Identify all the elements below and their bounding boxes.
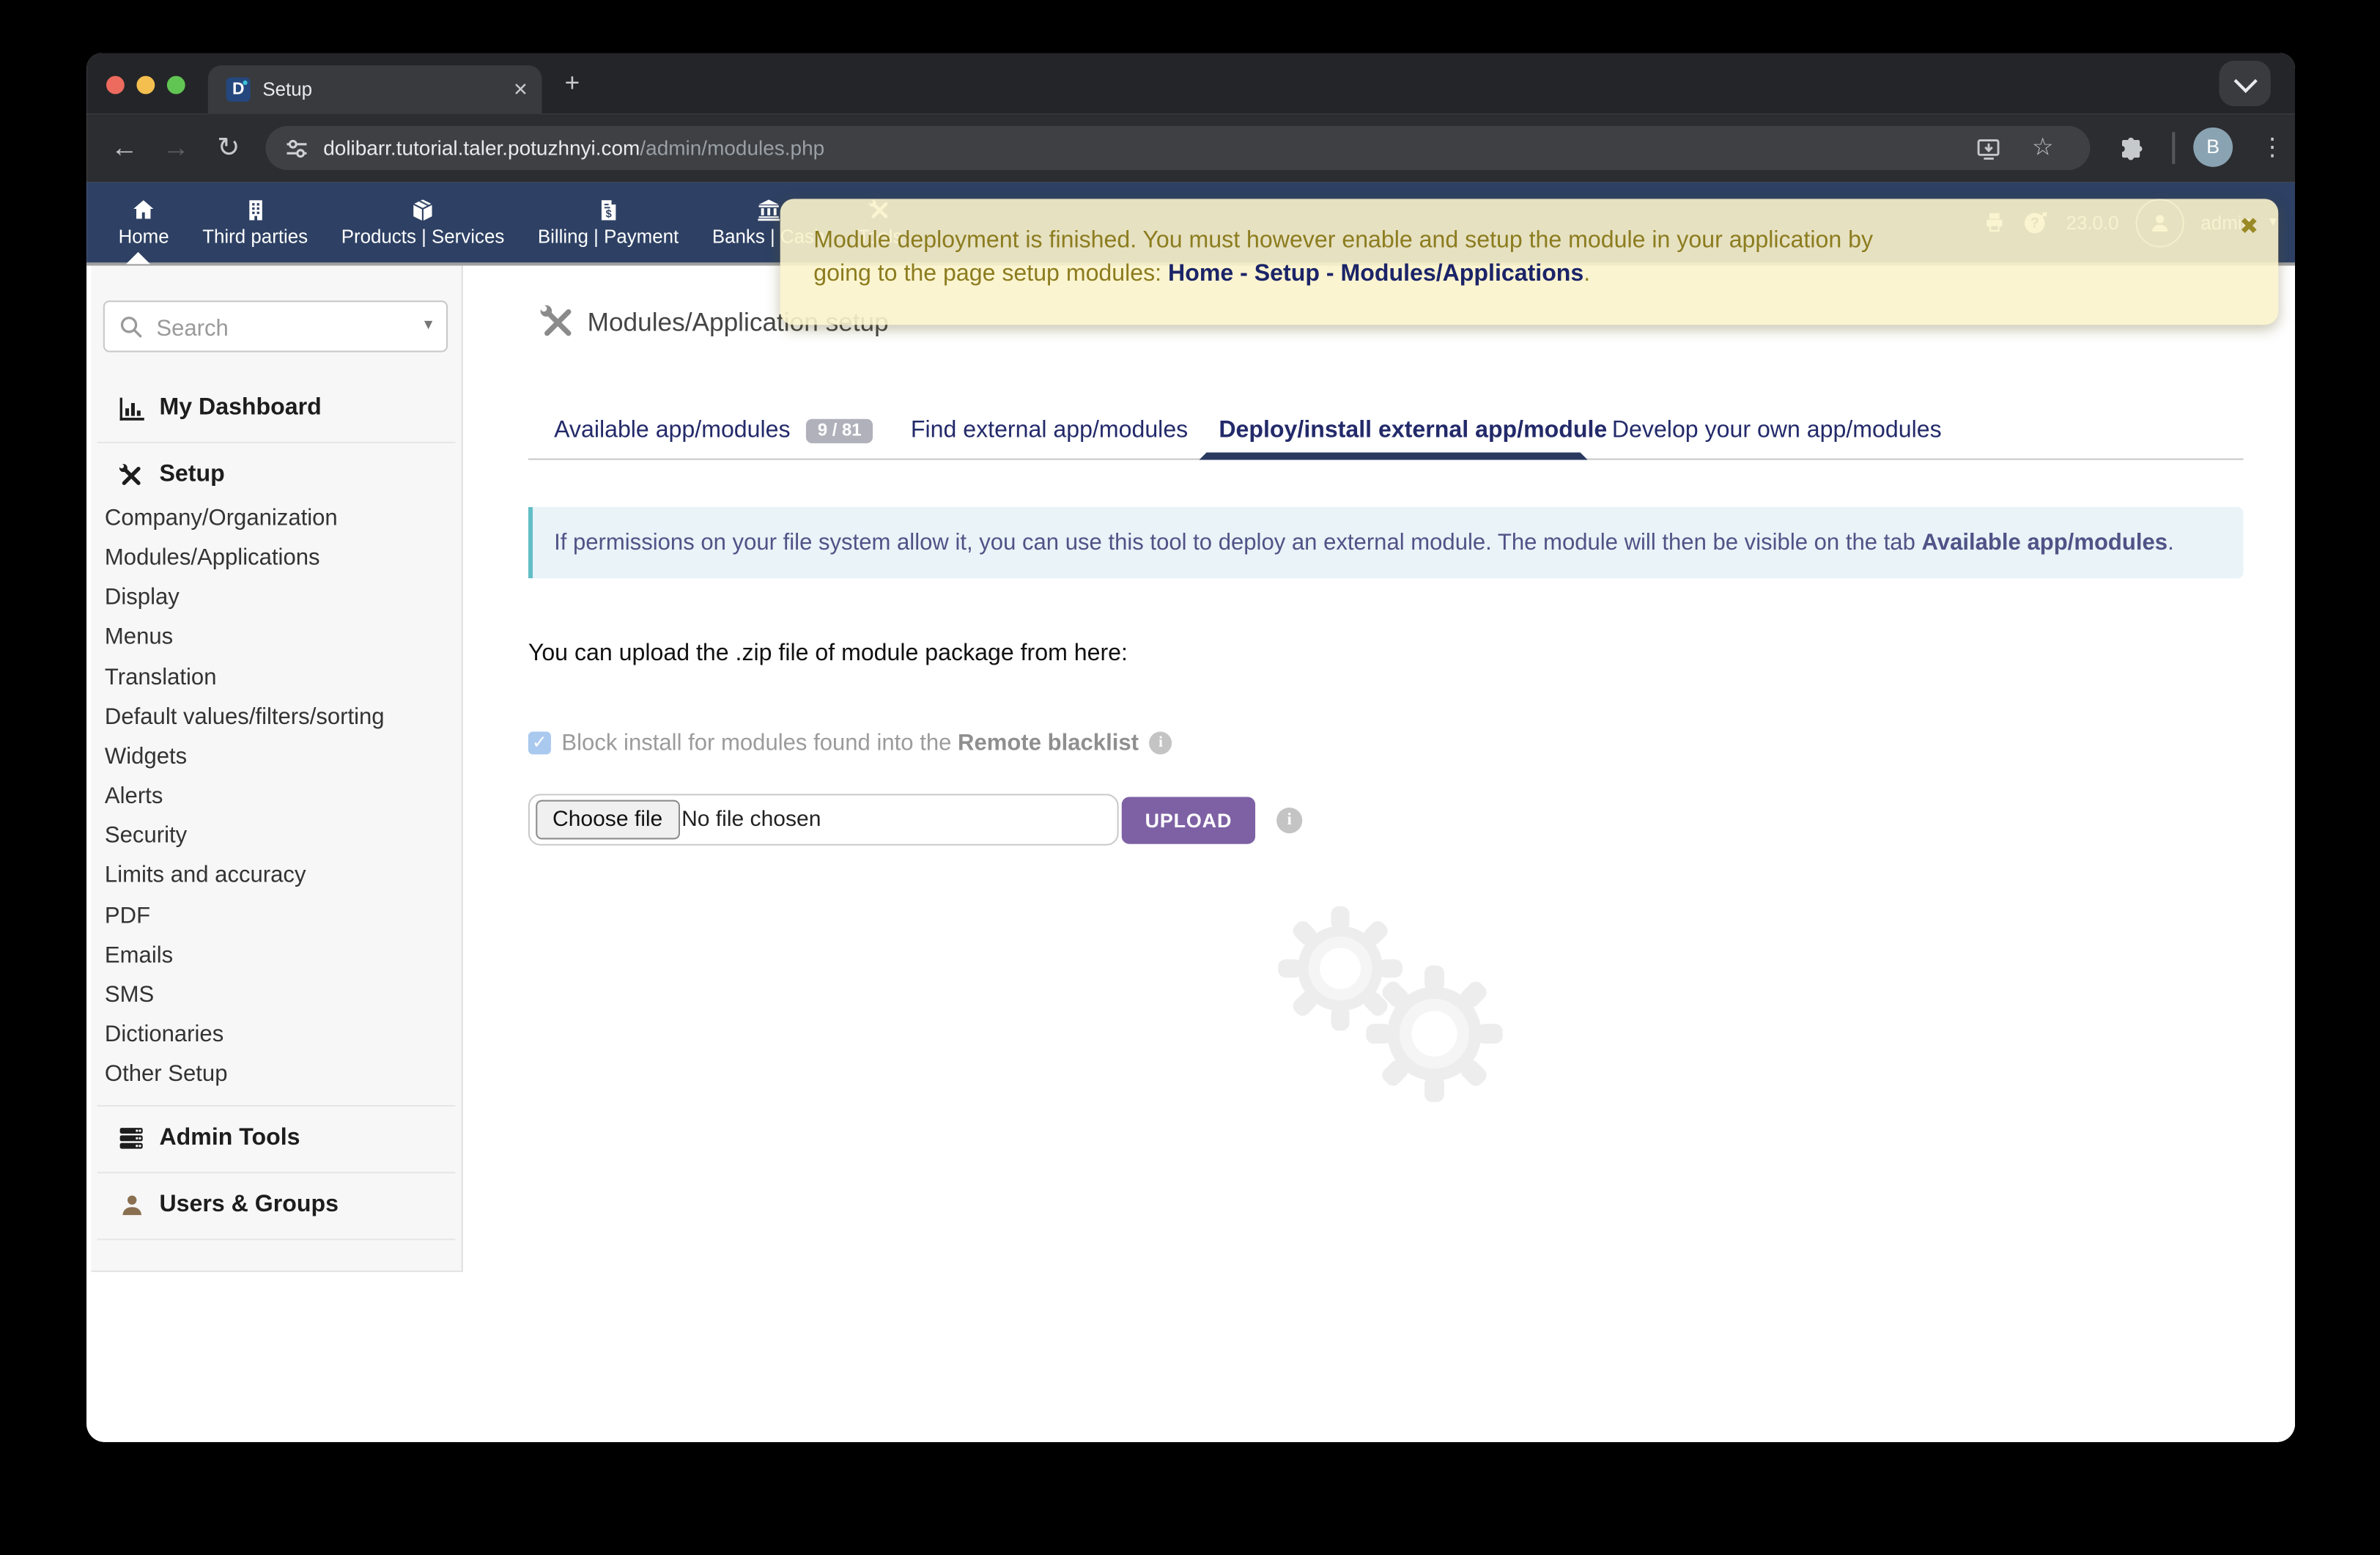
tab-available-modules[interactable]: Available app/modules9 / 81 xyxy=(554,418,873,445)
active-menu-pointer xyxy=(126,252,150,265)
sidebar-item-pdf[interactable]: PDF xyxy=(105,896,385,936)
server-icon xyxy=(117,1126,146,1150)
dolibarr-favicon: D xyxy=(226,78,251,102)
bookmark-star-icon[interactable]: ☆ xyxy=(2032,126,2054,170)
sidebar-item-users-groups[interactable]: Users & Groups xyxy=(91,1187,463,1224)
sidebar-divider xyxy=(97,1172,456,1173)
sidebar-item-menus[interactable]: Menus xyxy=(105,618,385,658)
sidebar-divider xyxy=(97,1105,456,1107)
browser-toolbar: ← → ↻ dolibarr.tutorial.taler.potuzhnyi.… xyxy=(86,114,2295,182)
tab-search-button[interactable] xyxy=(2219,61,2270,106)
menu-billing-payment[interactable]: $ Billing | Payment xyxy=(521,182,695,263)
browser-tab[interactable]: D Setup ✕ xyxy=(208,65,542,114)
sidebar-item-modules[interactable]: Modules/Applications xyxy=(105,539,385,579)
reload-icon[interactable]: ↻ xyxy=(217,114,240,182)
sidebar-item-sms[interactable]: SMS xyxy=(105,976,385,1016)
favicon-dot xyxy=(243,81,247,85)
sidebar-item-admin-tools[interactable]: Admin Tools xyxy=(91,1120,463,1157)
modules-count-badge: 9 / 81 xyxy=(805,419,873,443)
menu-products-services[interactable]: Products | Services xyxy=(325,182,521,263)
upload-info-icon[interactable]: i xyxy=(1276,808,1302,833)
sidebar-item-limits[interactable]: Limits and accuracy xyxy=(105,857,385,896)
tab-strip: D Setup ✕ + xyxy=(86,53,2295,114)
blacklist-checkbox[interactable]: ✓ xyxy=(528,731,551,754)
svg-text:$: $ xyxy=(605,208,611,220)
sidebar-item-defaults[interactable]: Default values/filters/sorting xyxy=(105,698,385,737)
new-tab-icon[interactable]: + xyxy=(565,62,580,105)
setup-menu-list: Company/Organization Modules/Application… xyxy=(105,500,385,1096)
tab-deploy-install[interactable]: Deploy/install external app/module xyxy=(1219,418,1607,445)
profile-avatar[interactable]: B xyxy=(2193,128,2233,167)
info-note: If permissions on your file system allow… xyxy=(528,507,2244,578)
screenshot-stage: D Setup ✕ + ← → ↻ xyxy=(0,0,2380,1554)
address-bar[interactable]: dolibarr.tutorial.taler.potuzhnyi.com/ad… xyxy=(266,126,2091,170)
file-input[interactable]: Choose file No file chosen xyxy=(528,794,1119,845)
sidebar-item-emails[interactable]: Emails xyxy=(105,936,385,975)
blacklist-info-icon[interactable]: i xyxy=(1149,731,1172,754)
sidebar-item-setup[interactable]: Setup xyxy=(91,457,463,494)
choose-file-button[interactable]: Choose file xyxy=(536,800,679,840)
setup-tools-icon xyxy=(117,462,146,488)
tab-close-icon[interactable]: ✕ xyxy=(513,65,528,114)
dashboard-chart-icon xyxy=(117,396,146,421)
chevron-down-icon xyxy=(2234,70,2258,93)
sidebar-item-widgets[interactable]: Widgets xyxy=(105,738,385,778)
install-app-icon[interactable] xyxy=(1976,136,2002,160)
site-settings-icon[interactable] xyxy=(285,138,308,160)
left-sidebar: ▾ My Dashboard Setup Company/Organiza xyxy=(91,266,463,1272)
search-input[interactable] xyxy=(153,302,402,353)
blacklist-label: Block install for modules found into the… xyxy=(561,730,1139,756)
home-icon xyxy=(133,198,155,221)
browser-window: D Setup ✕ + ← → ↻ xyxy=(86,53,2295,1442)
sidebar-item-alerts[interactable]: Alerts xyxy=(105,778,385,817)
tab-title: Setup xyxy=(262,65,312,114)
sidebar-divider xyxy=(97,442,456,443)
search-caret-icon[interactable]: ▾ xyxy=(424,314,432,334)
url-path: /admin/modules.php xyxy=(640,136,824,159)
sidebar-search-box[interactable]: ▾ xyxy=(103,300,448,352)
main-content: Modules/Application setup Available app/… xyxy=(463,266,2295,1442)
sidebar-item-security[interactable]: Security xyxy=(105,817,385,857)
sidebar-divider xyxy=(97,1238,456,1240)
blacklist-row: ✓ Block install for modules found into t… xyxy=(528,730,1172,756)
bank-icon xyxy=(757,198,780,221)
users-icon xyxy=(117,1193,146,1217)
sidebar-item-dashboard[interactable]: My Dashboard xyxy=(91,390,463,426)
sidebar-item-display[interactable]: Display xyxy=(105,579,385,618)
dolibarr-page: Home Third parties Products | Servi xyxy=(86,182,2295,1442)
back-icon[interactable]: ← xyxy=(111,114,138,182)
url-domain: dolibarr.tutorial.taler.potuzhnyi.com xyxy=(323,136,640,159)
extensions-icon[interactable] xyxy=(2121,135,2146,160)
no-file-chosen-label: No file chosen xyxy=(681,795,821,843)
upload-intro-text: You can upload the .zip file of module p… xyxy=(528,640,1128,668)
banner-setup-link[interactable]: Home - Setup - Modules/Applications xyxy=(1168,261,1583,287)
close-window-button[interactable] xyxy=(106,76,125,95)
banner-close-icon[interactable]: ✖ xyxy=(2239,211,2258,245)
cube-icon xyxy=(411,198,434,221)
menu-home[interactable]: Home xyxy=(102,182,186,263)
toolbar-divider xyxy=(2172,132,2175,164)
search-icon xyxy=(119,314,144,340)
gears-watermark xyxy=(1268,900,1526,1112)
upload-button[interactable]: UPLOAD xyxy=(1122,797,1255,844)
invoice-icon: $ xyxy=(599,198,618,221)
banner-line2: going to the page setup modules: Home - … xyxy=(813,258,2217,292)
banner-line1: Module deployment is finished. You must … xyxy=(813,225,2217,259)
menu-kebab-icon[interactable]: ⋮ xyxy=(2260,114,2284,182)
sidebar-item-company[interactable]: Company/Organization xyxy=(105,500,385,539)
active-tab-underline xyxy=(1199,452,1587,459)
maximize-window-button[interactable] xyxy=(167,76,185,95)
building-icon xyxy=(245,198,265,221)
sidebar-item-translation[interactable]: Translation xyxy=(105,658,385,698)
tab-develop-own[interactable]: Develop your own app/modules xyxy=(1612,418,1942,445)
page-title-tools-icon xyxy=(539,303,577,341)
tab-find-external[interactable]: Find external app/modules xyxy=(911,418,1188,445)
notification-banner: Module deployment is finished. You must … xyxy=(780,199,2279,325)
sidebar-item-other-setup[interactable]: Other Setup xyxy=(105,1055,385,1095)
sidebar-item-dictionaries[interactable]: Dictionaries xyxy=(105,1016,385,1055)
forward-icon[interactable]: → xyxy=(163,114,190,182)
menu-third-parties[interactable]: Third parties xyxy=(185,182,325,263)
url-text[interactable]: dolibarr.tutorial.taler.potuzhnyi.com/ad… xyxy=(323,126,824,170)
minimize-window-button[interactable] xyxy=(136,76,155,95)
